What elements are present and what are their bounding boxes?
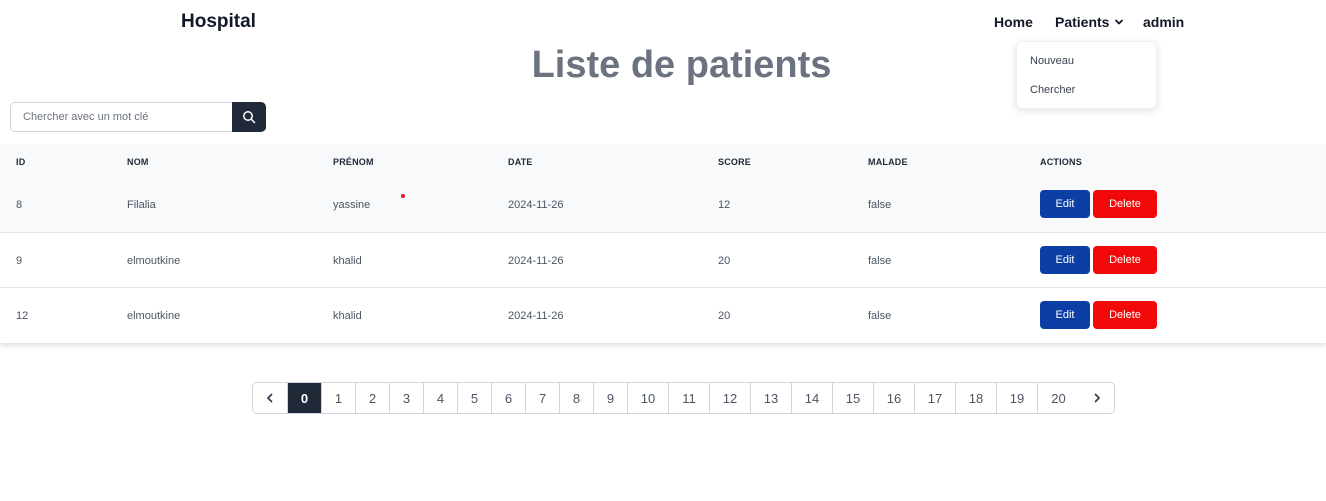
cell-nom: elmoutkine (127, 310, 181, 322)
cell-date: 2024-11-26 (508, 199, 564, 211)
page-button-15[interactable]: 15 (833, 383, 874, 413)
prev-page-button[interactable] (253, 383, 288, 413)
table-row: 12 elmoutkine khalid 2024-11-26 20 false… (0, 288, 1326, 343)
page-button-6[interactable]: 6 (492, 383, 526, 413)
header-score: SCORE (718, 157, 752, 167)
cell-id: 8 (16, 199, 23, 211)
page-button-1[interactable]: 1 (322, 383, 356, 413)
cell-nom: Filalia (127, 199, 156, 211)
nav-home[interactable]: Home (994, 14, 1033, 30)
edit-button[interactable]: Edit (1040, 190, 1090, 218)
brand-logo[interactable]: Hospital (181, 11, 256, 33)
cell-prenom: yassine (333, 199, 371, 211)
search-button[interactable] (232, 102, 266, 132)
delete-button[interactable]: Delete (1093, 246, 1157, 274)
navbar: Hospital Home Patients admin (0, 0, 1326, 44)
cursor-dot (401, 194, 405, 198)
cell-prenom: khalid (333, 255, 362, 267)
chevron-left-icon (267, 393, 273, 403)
page-button-9[interactable]: 9 (594, 383, 628, 413)
page-button-3[interactable]: 3 (390, 383, 424, 413)
page-button-13[interactable]: 13 (751, 383, 792, 413)
search-icon (243, 111, 256, 124)
header-actions: ACTIONS (1040, 157, 1082, 167)
page-button-5[interactable]: 5 (458, 383, 492, 413)
page-button-19[interactable]: 19 (997, 383, 1038, 413)
page-button-20[interactable]: 20 (1038, 383, 1079, 413)
page-button-14[interactable]: 14 (792, 383, 833, 413)
pagination: 0 1 2 3 4 5 6 7 8 9 10 11 12 13 14 15 16 17 18 19 20 (252, 382, 1115, 414)
patients-table: ID NOM PRÉNOM DATE SCORE MALADE ACTIONS … (0, 145, 1326, 343)
delete-button[interactable]: Delete (1093, 301, 1157, 329)
cell-score: 20 (718, 310, 731, 322)
page-button-17[interactable]: 17 (915, 383, 956, 413)
chevron-down-icon (1115, 19, 1124, 25)
cell-malade: false (868, 255, 892, 267)
table-row: 9 elmoutkine khalid 2024-11-26 20 false … (0, 233, 1326, 288)
table-header: ID NOM PRÉNOM DATE SCORE MALADE ACTIONS (0, 145, 1326, 177)
page-button-2[interactable]: 2 (356, 383, 390, 413)
next-page-button[interactable] (1079, 383, 1114, 413)
header-nom: NOM (127, 157, 149, 167)
header-malade: MALADE (868, 157, 908, 167)
delete-button[interactable]: Delete (1093, 190, 1157, 218)
nav-admin[interactable]: admin (1143, 14, 1184, 30)
cell-malade: false (868, 310, 892, 322)
cell-date: 2024-11-26 (508, 255, 564, 267)
page-button-12[interactable]: 12 (710, 383, 751, 413)
page-button-16[interactable]: 16 (874, 383, 915, 413)
cell-id: 9 (16, 255, 23, 267)
page-button-4[interactable]: 4 (424, 383, 458, 413)
page-button-8[interactable]: 8 (560, 383, 594, 413)
search-bar (10, 102, 266, 132)
header-date: DATE (508, 157, 533, 167)
nav-patients[interactable]: Patients (1055, 14, 1125, 30)
search-input[interactable] (10, 102, 232, 132)
cell-date: 2024-11-26 (508, 310, 564, 322)
page-button-10[interactable]: 10 (628, 383, 669, 413)
edit-button[interactable]: Edit (1040, 301, 1090, 329)
cell-prenom: khalid (333, 310, 362, 322)
cell-score: 12 (718, 199, 731, 211)
nav-patients-label: Patients (1055, 14, 1110, 30)
page-button-7[interactable]: 7 (526, 383, 560, 413)
cell-score: 20 (718, 255, 731, 267)
cell-id: 12 (16, 310, 29, 322)
edit-button[interactable]: Edit (1040, 246, 1090, 274)
header-prenom: PRÉNOM (333, 157, 374, 167)
header-id: ID (16, 157, 26, 167)
table-row: 8 Filalia yassine 2024-11-26 12 false Ed… (0, 177, 1326, 233)
cell-malade: false (868, 199, 892, 211)
page-button-0[interactable]: 0 (288, 383, 322, 413)
cell-nom: elmoutkine (127, 255, 181, 267)
page-button-11[interactable]: 11 (669, 383, 710, 413)
page-button-18[interactable]: 18 (956, 383, 997, 413)
page-title: Liste de patients (531, 44, 832, 86)
chevron-right-icon (1094, 393, 1100, 403)
